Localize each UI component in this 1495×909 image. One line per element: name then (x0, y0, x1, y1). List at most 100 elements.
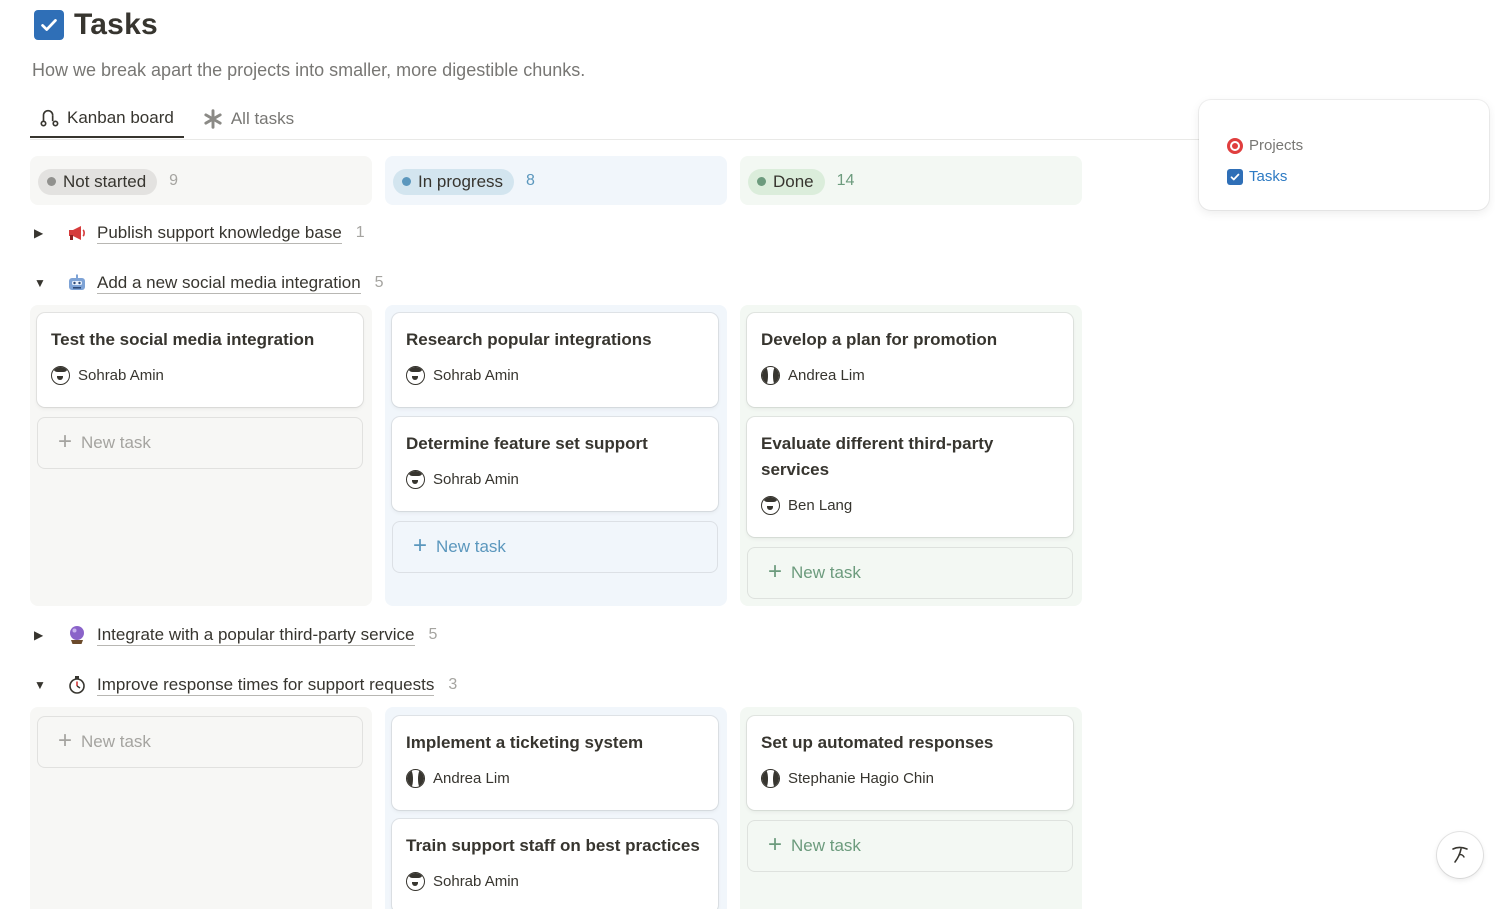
collapse-caret-icon[interactable]: ▼ (34, 678, 54, 692)
status-dot (757, 177, 766, 186)
column-header-in-progress[interactable]: In progress 8 (385, 156, 727, 205)
task-title: Implement a ticketing system (406, 733, 644, 752)
status-badge: Done (748, 168, 825, 195)
group-count: 3 (448, 676, 458, 693)
assignee: Sohrab Amin (406, 470, 704, 489)
task-card[interactable]: Determine feature set support Sohrab Ami… (392, 417, 718, 511)
status-badge: Not started (38, 168, 158, 195)
assignee-name: Sohrab Amin (78, 367, 164, 384)
popover-item-label: Tasks (1249, 168, 1288, 185)
assignee-name: Andrea Lim (433, 770, 510, 787)
task-card[interactable]: Implement a ticketing system Andrea Lim (392, 716, 718, 810)
column-count: 14 (836, 171, 855, 189)
group-row: ▶ Integrate with a popular third-party s… (34, 622, 437, 648)
avatar (761, 769, 780, 788)
tabs-divider (30, 139, 1210, 140)
group-title[interactable]: Add a new social media integration (97, 273, 361, 294)
popover-item-tasks[interactable]: Tasks (1227, 161, 1461, 192)
checkbox-icon (34, 10, 64, 40)
plus-icon: + (768, 830, 783, 858)
task-title: Test the social media integration (51, 330, 315, 349)
column-header-done[interactable]: Done 14 (740, 156, 1082, 205)
group-row: ▼ Improve response times for support req… (34, 672, 457, 698)
kanban-icon (40, 109, 59, 127)
help-button[interactable] (1437, 832, 1483, 878)
assignee: Andrea Lim (406, 769, 704, 788)
column-header-not-started[interactable]: Not started 9 (30, 156, 372, 205)
tab-all-tasks[interactable]: All tasks (194, 100, 304, 138)
new-task-label: New task (791, 563, 861, 582)
status-label: Not started (63, 171, 147, 191)
group-title[interactable]: Improve response times for support reque… (97, 675, 435, 696)
database-popover: Projects Tasks (1199, 100, 1489, 210)
new-task-label: New task (436, 537, 506, 556)
status-dot (47, 177, 56, 186)
plus-icon: + (768, 557, 783, 585)
task-card[interactable]: Research popular integrations Sohrab Ami… (392, 313, 718, 407)
assignee-name: Sohrab Amin (433, 873, 519, 890)
new-task-button[interactable]: + New task (37, 716, 363, 768)
avatar (406, 872, 425, 891)
assignee-name: Ben Lang (788, 497, 853, 514)
new-task-button[interactable]: + New task (37, 417, 363, 469)
task-card[interactable]: Test the social media integration Sohrab… (37, 313, 363, 407)
task-title: Develop a plan for promotion (761, 330, 998, 349)
avatar (406, 769, 425, 788)
new-task-label: New task (81, 732, 151, 751)
expand-caret-icon[interactable]: ▶ (34, 628, 54, 642)
popover-item-projects[interactable]: Projects (1227, 130, 1461, 161)
new-task-label: New task (81, 433, 151, 452)
group-count: 1 (355, 224, 365, 241)
crystal-ball-icon (64, 625, 90, 645)
group-title[interactable]: Integrate with a popular third-party ser… (97, 625, 415, 646)
task-card[interactable]: Train support staff on best practices So… (392, 819, 718, 909)
tab-label: Kanban board (67, 108, 174, 127)
task-card[interactable]: Set up automated responses Stephanie Hag… (747, 716, 1073, 810)
column-count: 9 (169, 171, 179, 189)
page-header: Tasks (34, 8, 158, 42)
assignee: Sohrab Amin (406, 366, 704, 385)
plus-icon: + (58, 427, 73, 455)
assignee-name: Sohrab Amin (433, 471, 519, 488)
status-label: In progress (418, 171, 504, 191)
tab-kanban-board[interactable]: Kanban board (30, 100, 184, 138)
avatar (406, 366, 425, 385)
help-icon (1452, 846, 1468, 863)
page-title: Tasks (74, 8, 158, 41)
task-title: Set up automated responses (761, 733, 994, 752)
plus-icon: + (413, 531, 428, 559)
view-tabs: Kanban board All tasks (30, 100, 304, 140)
assignee: Sohrab Amin (51, 366, 349, 385)
group-count: 5 (428, 626, 438, 643)
assignee: Ben Lang (761, 496, 1059, 515)
assignee: Stephanie Hagio Chin (761, 769, 1059, 788)
robot-icon (64, 274, 90, 292)
new-task-button[interactable]: + New task (747, 547, 1073, 599)
avatar (406, 470, 425, 489)
status-dot (402, 177, 411, 186)
avatar (761, 366, 780, 385)
group-title[interactable]: Publish support knowledge base (97, 223, 342, 244)
group-count: 5 (374, 274, 384, 291)
stopwatch-icon (64, 675, 90, 695)
task-title: Determine feature set support (406, 434, 648, 453)
assignee: Andrea Lim (761, 366, 1059, 385)
megaphone-icon (64, 224, 90, 242)
expand-caret-icon[interactable]: ▶ (34, 226, 54, 240)
page-description: How we break apart the projects into sma… (32, 60, 586, 80)
task-title: Evaluate different third-party services (761, 434, 994, 479)
collapse-caret-icon[interactable]: ▼ (34, 276, 54, 290)
assignee-name: Stephanie Hagio Chin (788, 770, 934, 787)
task-title: Research popular integrations (406, 330, 652, 349)
task-card[interactable]: Evaluate different third-party services … (747, 417, 1073, 537)
group-row: ▼ Add a new social media integration 5 (34, 270, 384, 296)
new-task-label: New task (791, 836, 861, 855)
assignee: Sohrab Amin (406, 872, 704, 891)
new-task-button[interactable]: + New task (392, 521, 718, 573)
status-badge: In progress (393, 168, 515, 195)
task-card[interactable]: Develop a plan for promotion Andrea Lim (747, 313, 1073, 407)
avatar (761, 496, 780, 515)
target-icon (1227, 137, 1243, 154)
column-count: 8 (526, 171, 535, 189)
new-task-button[interactable]: + New task (747, 820, 1073, 872)
